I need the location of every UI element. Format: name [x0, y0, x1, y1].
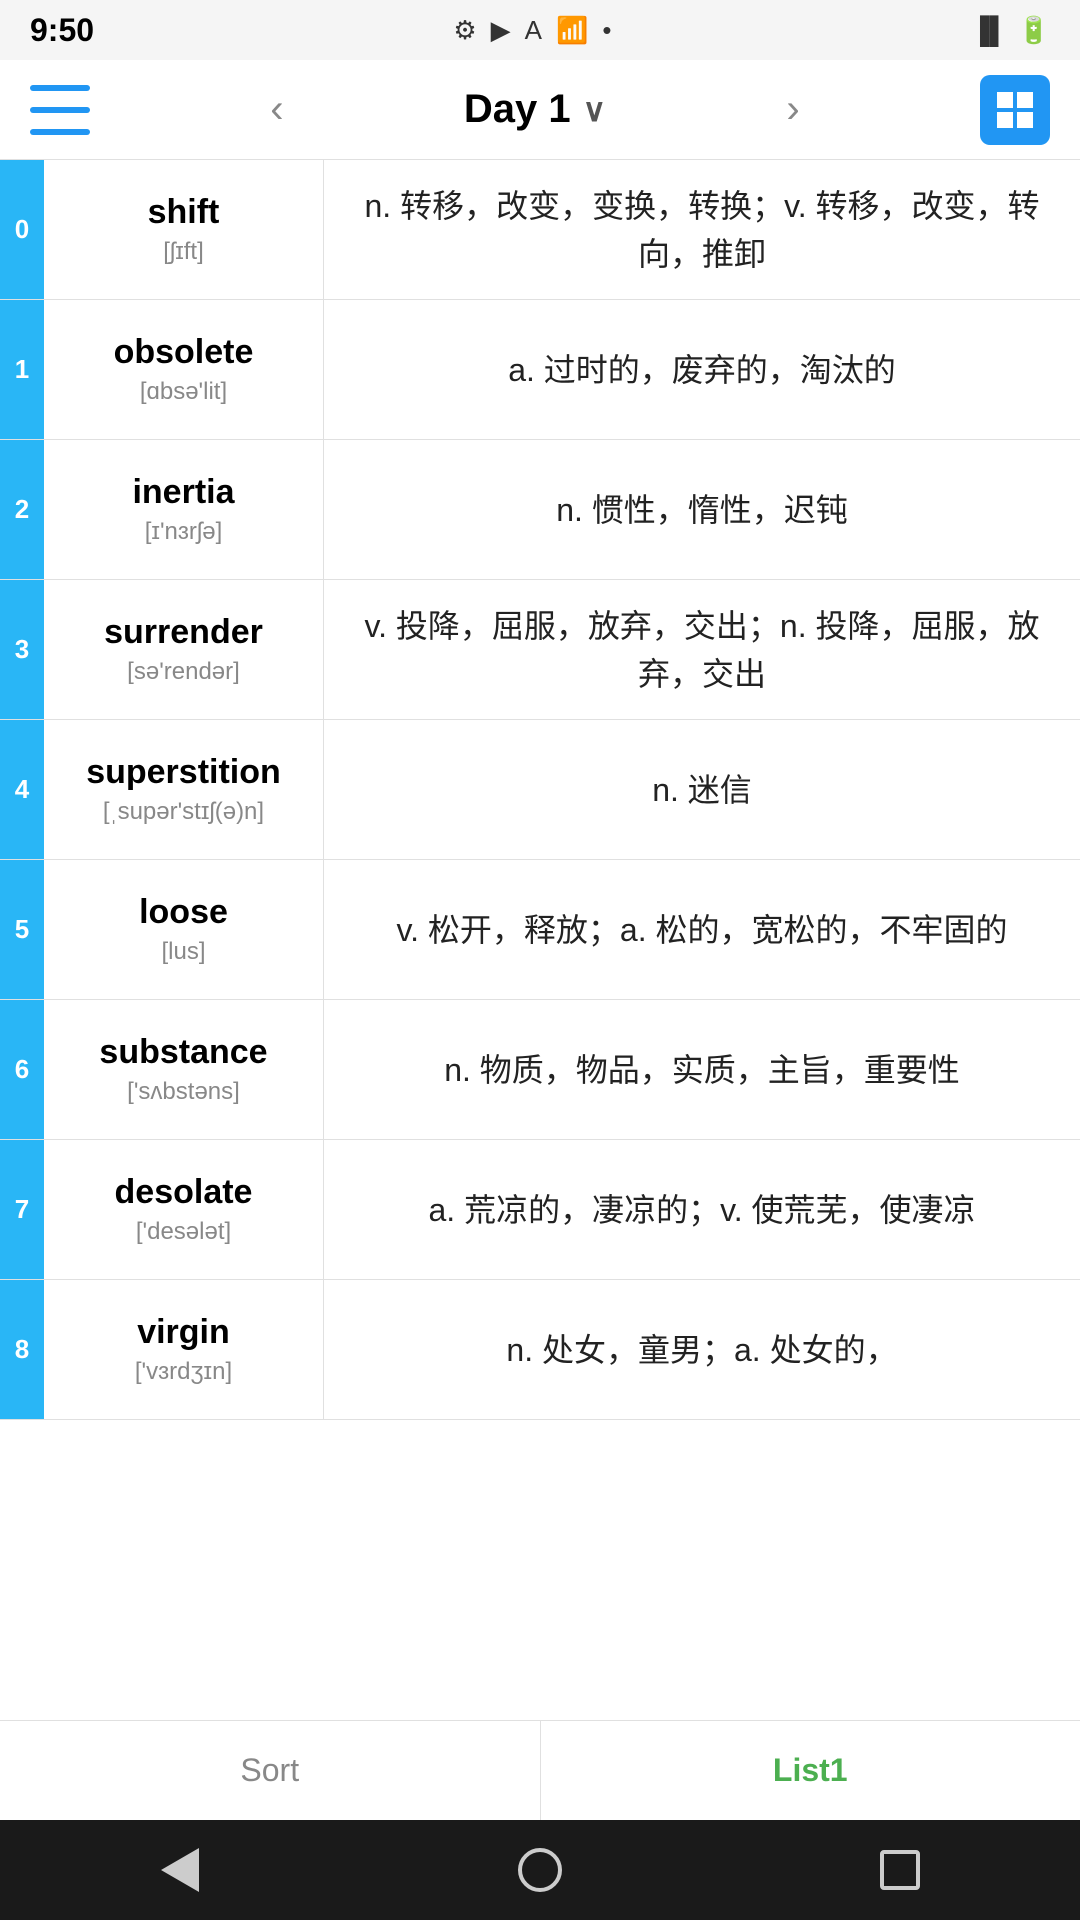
word-definition: n. 物质，物品，实质，主旨，重要性 — [324, 1000, 1080, 1139]
row-index: 0 — [0, 160, 44, 299]
word-row[interactable]: 2 inertia [ɪ'nɜrʃə] n. 惯性，惰性，迟钝 — [0, 440, 1080, 580]
status-right: ▐▌ 🔋 — [971, 15, 1050, 46]
row-word: virgin ['vɜrdʒɪn] — [44, 1280, 324, 1419]
list1-tab-label: List1 — [773, 1752, 848, 1789]
word-english: virgin — [137, 1313, 230, 1352]
word-definition: v. 松开，释放；a. 松的，宽松的，不牢固的 — [324, 860, 1080, 999]
row-word: desolate ['desələt] — [44, 1140, 324, 1279]
word-definition: v. 投降，屈服，放弃，交出；n. 投降，屈服，放弃，交出 — [324, 580, 1080, 719]
word-english: obsolete — [114, 333, 254, 372]
word-row[interactable]: 6 substance ['sʌbstəns] n. 物质，物品，实质，主旨，重要性 — [0, 1000, 1080, 1140]
word-definition: a. 过时的，废弃的，淘汰的 — [324, 300, 1080, 439]
word-english: loose — [139, 893, 228, 932]
day-title-text: Day 1 — [464, 87, 571, 132]
next-day-button[interactable]: › — [776, 77, 809, 142]
word-row[interactable]: 5 loose [lus] v. 松开，释放；a. 松的，宽松的，不牢固的 — [0, 860, 1080, 1000]
word-phonetic: ['vɜrdʒɪn] — [135, 1358, 232, 1386]
chevron-down-icon: ∨ — [583, 91, 606, 129]
recent-apps-button[interactable] — [865, 1835, 935, 1905]
word-definition: n. 处女，童男；a. 处女的， — [324, 1280, 1080, 1419]
list-view-button[interactable] — [980, 75, 1050, 145]
gear-icon: ⚙ — [453, 15, 476, 46]
row-word: loose [lus] — [44, 860, 324, 999]
back-button[interactable] — [145, 1835, 215, 1905]
bottom-tab-bar: Sort List1 — [0, 1720, 1080, 1820]
word-row[interactable]: 0 shift [ʃɪft] n. 转移，改变，变换，转换；v. 转移，改变，转向，推… — [0, 160, 1080, 300]
row-word: surrender [sə'rendər] — [44, 580, 324, 719]
row-word: substance ['sʌbstəns] — [44, 1000, 324, 1139]
word-row[interactable]: 7 desolate ['desələt] a. 荒凉的，凄凉的；v. 使荒芜，使凄凉 — [0, 1140, 1080, 1280]
row-word: obsolete [ɑbsə'lit] — [44, 300, 324, 439]
row-index: 3 — [0, 580, 44, 719]
row-word: shift [ʃɪft] — [44, 160, 324, 299]
row-index: 5 — [0, 860, 44, 999]
list-grid-icon — [991, 86, 1039, 134]
word-definition: n. 迷信 — [324, 720, 1080, 859]
word-list: 0 shift [ʃɪft] n. 转移，改变，变换，转换；v. 转移，改变，转向，推… — [0, 160, 1080, 1720]
word-english: shift — [148, 193, 220, 232]
row-index: 2 — [0, 440, 44, 579]
word-english: surrender — [104, 613, 263, 652]
battery-icon: 🔋 — [1018, 15, 1050, 46]
play-icon: ▶ — [491, 15, 511, 46]
row-index: 1 — [0, 300, 44, 439]
word-row[interactable]: 8 virgin ['vɜrdʒɪn] n. 处女，童男；a. 处女的， — [0, 1280, 1080, 1420]
prev-day-button[interactable]: ‹ — [260, 77, 293, 142]
word-phonetic: [sə'rendər] — [127, 658, 240, 686]
sort-tab-label: Sort — [240, 1752, 299, 1789]
word-phonetic: [ɪ'nɜrʃə] — [145, 518, 222, 546]
android-nav-bar — [0, 1820, 1080, 1920]
font-icon: A — [525, 15, 542, 46]
word-english: desolate — [115, 1173, 253, 1212]
back-icon — [161, 1848, 199, 1892]
word-definition: n. 转移，改变，变换，转换；v. 转移，改变，转向，推卸 — [324, 160, 1080, 299]
recent-icon — [880, 1850, 920, 1890]
sort-tab[interactable]: Sort — [0, 1721, 541, 1820]
list1-tab[interactable]: List1 — [541, 1721, 1080, 1820]
word-english: substance — [99, 1033, 267, 1072]
signal-icon: ▐▌ — [971, 15, 1008, 46]
dot-icon: • — [602, 15, 611, 46]
day-title[interactable]: Day 1 ∨ — [464, 87, 606, 132]
word-phonetic: [ɑbsə'lit] — [140, 378, 227, 406]
wifi-icon: 📶 — [556, 15, 588, 46]
row-word: superstition [ˌsupər'stɪʃ(ə)n] — [44, 720, 324, 859]
word-row[interactable]: 3 surrender [sə'rendər] v. 投降，屈服，放弃，交出；n. 投… — [0, 580, 1080, 720]
word-phonetic: ['desələt] — [136, 1218, 231, 1246]
row-index: 4 — [0, 720, 44, 859]
word-definition: a. 荒凉的，凄凉的；v. 使荒芜，使凄凉 — [324, 1140, 1080, 1279]
word-phonetic: [ˌsupər'stɪʃ(ə)n] — [103, 798, 264, 826]
home-button[interactable] — [505, 1835, 575, 1905]
nav-bar: ‹ Day 1 ∨ › — [0, 60, 1080, 160]
word-phonetic: [ʃɪft] — [163, 238, 204, 266]
word-row[interactable]: 1 obsolete [ɑbsə'lit] a. 过时的，废弃的，淘汰的 — [0, 300, 1080, 440]
row-word: inertia [ɪ'nɜrʃə] — [44, 440, 324, 579]
status-time: 9:50 — [30, 12, 94, 49]
row-index: 8 — [0, 1280, 44, 1419]
word-english: superstition — [86, 753, 281, 792]
word-phonetic: [lus] — [161, 938, 205, 966]
word-row[interactable]: 4 superstition [ˌsupər'stɪʃ(ə)n] n. 迷信 — [0, 720, 1080, 860]
home-icon — [518, 1848, 562, 1892]
word-phonetic: ['sʌbstəns] — [127, 1078, 240, 1106]
word-definition: n. 惯性，惰性，迟钝 — [324, 440, 1080, 579]
status-bar: 9:50 ⚙ ▶ A 📶 • ▐▌ 🔋 — [0, 0, 1080, 60]
word-english: inertia — [132, 473, 234, 512]
menu-button[interactable] — [30, 85, 90, 135]
row-index: 7 — [0, 1140, 44, 1279]
status-icons: ⚙ ▶ A 📶 • — [453, 15, 611, 46]
row-index: 6 — [0, 1000, 44, 1139]
